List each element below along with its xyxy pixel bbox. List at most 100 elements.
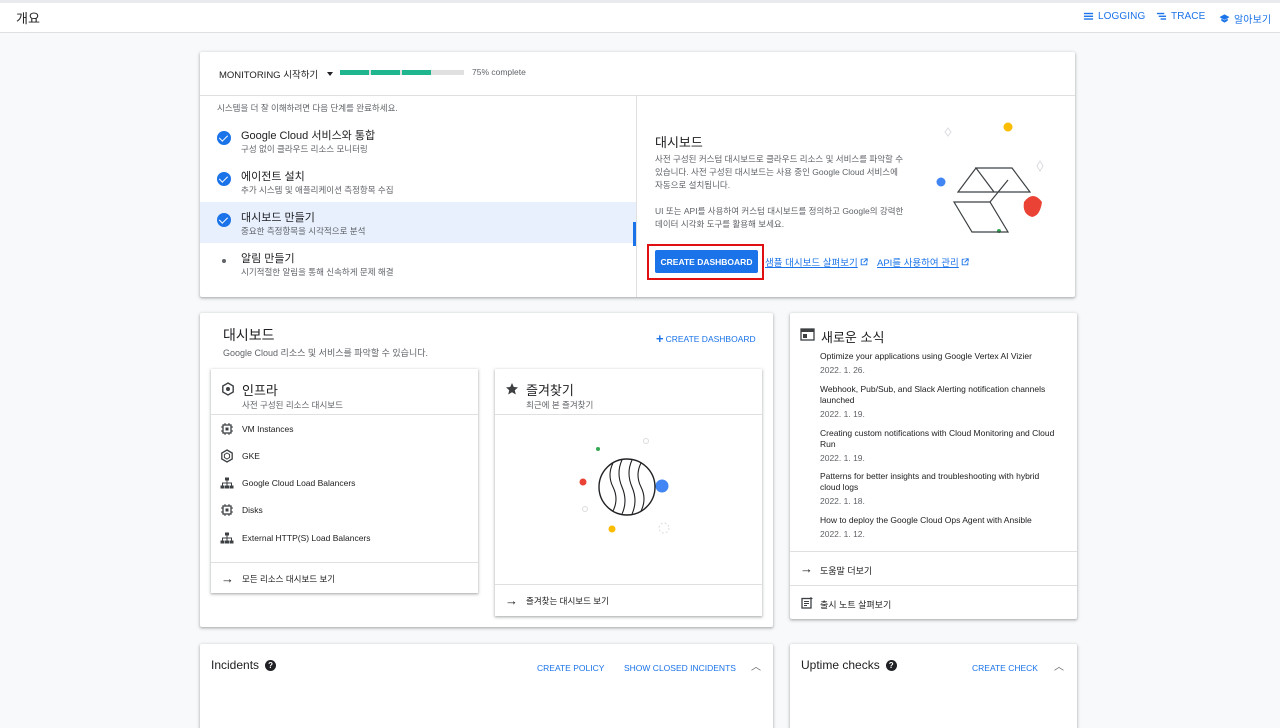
more-help-label: 도움말 더보기: [820, 566, 873, 576]
incidents-title: Incidents: [211, 658, 260, 672]
help-icon[interactable]: ?: [885, 659, 897, 671]
getting-started-dropdown-label: MONITORING 시작하기: [219, 70, 319, 81]
favorites-header: 즐겨찾기 최근에 본 즐겨찾기: [495, 369, 762, 415]
check-circle-icon: [217, 131, 231, 145]
news-title: Optimize your applications using Google …: [820, 351, 1032, 361]
show-closed-incidents-button[interactable]: SHOW CLOSED INCIDENTS: [624, 663, 736, 673]
arrow-drop-down-icon: [327, 72, 334, 76]
star-icon: [506, 383, 518, 395]
list-icon: [1083, 12, 1094, 20]
news-date: 2022. 1. 12.: [820, 529, 865, 539]
create-dashboard-link[interactable]: + CREATE DASHBOARD: [656, 331, 756, 346]
resource-row-vm-instances[interactable]: VM Instances: [211, 416, 478, 443]
whats-new-card: 새로운 소식 Optimize your applications using …: [790, 313, 1077, 619]
incidents-card: Incidents ? CREATE POLICY SHOW CLOSED IN…: [200, 644, 773, 728]
network-icon: [220, 477, 234, 489]
kubernetes-icon: [221, 449, 233, 463]
progress-segment: [371, 70, 400, 75]
trace-label: TRACE: [1171, 11, 1206, 22]
check-circle-icon: [217, 172, 231, 186]
news-date: 2022. 1. 26.: [820, 365, 865, 375]
steps-panel: 시스템을 더 잘 이해하려면 다음 단계를 완료하세요. Google Clou…: [200, 96, 637, 297]
create-dashboard-label: CREATE DASHBOARD: [665, 333, 756, 344]
create-policy-button[interactable]: CREATE POLICY: [537, 663, 604, 673]
step-detail-heading: 대시보드: [655, 135, 703, 150]
step-title: 알림 만들기: [241, 253, 295, 265]
news-date: 2022. 1. 19.: [820, 453, 865, 463]
favorites-subtitle: 최근에 본 즐겨찾기: [526, 400, 594, 410]
uptime-title: Uptime checks: [801, 658, 880, 672]
bullet-icon: [222, 259, 226, 263]
resource-label: External HTTP(S) Load Balancers: [242, 533, 371, 543]
dashboard-illustration: [936, 122, 1044, 233]
release-notes-icon: [801, 597, 813, 609]
open-in-new-icon: [961, 258, 969, 266]
infrastructure-card: 인프라 사전 구성된 리소스 대시보드 VM Instances GKE Goo…: [211, 369, 478, 593]
infrastructure-subtitle: 사전 구성된 리소스 대시보드: [242, 400, 343, 410]
step-detail-description: 사전 구성된 커스텀 대시보드로 클라우드 리소스 및 서비스를 파악할 수 있…: [655, 154, 904, 190]
news-title: Creating custom notifications with Cloud…: [820, 428, 1055, 449]
news-item[interactable]: Creating custom notifications with Cloud…: [820, 428, 1060, 463]
resource-row-http-load-balancers[interactable]: External HTTP(S) Load Balancers: [211, 525, 478, 552]
arrow-forward-icon: →: [221, 571, 234, 586]
disk-chip-icon: [221, 504, 233, 516]
create-dashboard-button[interactable]: CREATE DASHBOARD: [655, 250, 758, 273]
progress-segment: [340, 70, 369, 75]
chevron-up-icon[interactable]: ︿: [751, 658, 761, 673]
logging-label: LOGGING: [1098, 11, 1146, 22]
progress-label: 75% complete: [472, 67, 526, 77]
progress-segment: [402, 70, 431, 75]
add-icon: +: [656, 331, 664, 346]
news-item[interactable]: How to deploy the Google Cloud Ops Agent…: [820, 515, 1060, 539]
step-integrate[interactable]: Google Cloud 서비스와 통합 구성 없이 클라우드 리소스 모니터링: [200, 120, 636, 161]
infrastructure-header: 인프라 사전 구성된 리소스 대시보드: [211, 369, 478, 415]
release-notes-link[interactable]: 출시 노트 살펴보기: [790, 585, 1077, 619]
dashboards-card: 대시보드 Google Cloud 리소스 및 서비스를 파악할 수 있습니다.…: [200, 313, 773, 627]
getting-started-dropdown[interactable]: MONITORING 시작하기: [219, 67, 334, 81]
help-icon[interactable]: ?: [265, 659, 277, 671]
web-icon: [800, 328, 815, 341]
sample-dashboards-link[interactable]: 샘플 대시보드 살펴보기: [765, 255, 868, 269]
step-install-agent[interactable]: 에이전트 설치 추가 시스템 및 애플리케이션 측정항목 수집: [200, 161, 636, 202]
resource-row-disks[interactable]: Disks: [211, 497, 478, 524]
chevron-up-icon[interactable]: ︿: [1054, 658, 1064, 673]
resource-label: Google Cloud Load Balancers: [242, 478, 356, 488]
step-title: Google Cloud 서비스와 통합: [241, 130, 376, 142]
news-item[interactable]: Optimize your applications using Google …: [820, 351, 1060, 375]
view-favorites-label: 즐겨찾는 대시보드 보기: [526, 596, 609, 606]
infrastructure-icon: [222, 382, 234, 396]
check-circle-icon: [217, 213, 231, 227]
step-detail-description-2: UI 또는 API를 사용하여 커스텀 대시보드를 정의하고 Google의 강…: [655, 206, 904, 229]
top-bar: 개요 LOGGING TRACE 알아보기: [0, 0, 1280, 33]
resource-row-gke[interactable]: GKE: [211, 443, 478, 470]
page-title: 개요: [16, 11, 40, 26]
manage-with-api-label: API를 사용하여 관리: [877, 258, 959, 269]
sample-dashboards-label: 샘플 대시보드 살펴보기: [765, 258, 858, 269]
release-notes-label: 출시 노트 살펴보기: [820, 600, 892, 610]
manage-with-api-link[interactable]: API를 사용하여 관리: [877, 255, 969, 269]
network-icon: [220, 532, 234, 544]
news-title: How to deploy the Google Cloud Ops Agent…: [820, 515, 1032, 525]
trace-icon: [1156, 12, 1167, 20]
incidents-header: Incidents ?: [211, 658, 277, 672]
steps-intro: 시스템을 더 잘 이해하려면 다음 단계를 완료하세요.: [217, 103, 398, 113]
compute-chip-icon: [221, 423, 233, 435]
step-create-dashboard[interactable]: 대시보드 만들기 중요한 측정항목을 시각적으로 분석: [200, 202, 636, 243]
news-item[interactable]: Patterns for better insights and trouble…: [820, 471, 1060, 506]
news-item[interactable]: Webhook, Pub/Sub, and Slack Alerting not…: [820, 384, 1060, 419]
view-all-resource-dashboards[interactable]: → 모든 리소스 대시보드 보기: [211, 562, 478, 593]
progress-bar: [340, 70, 464, 75]
news-title: Patterns for better insights and trouble…: [820, 471, 1040, 492]
more-help-link[interactable]: → 도움말 더보기: [790, 551, 1077, 585]
resource-label: VM Instances: [242, 424, 294, 434]
logging-link[interactable]: LOGGING: [1083, 11, 1145, 22]
uptime-checks-card: Uptime checks ? CREATE CHECK ︿: [790, 644, 1077, 728]
create-check-button[interactable]: CREATE CHECK: [972, 663, 1038, 673]
whats-new-heading: 새로운 소식: [821, 330, 885, 345]
view-favorite-dashboards[interactable]: → 즐겨찾는 대시보드 보기: [495, 584, 762, 615]
trace-link[interactable]: TRACE: [1156, 11, 1205, 22]
resource-row-load-balancers[interactable]: Google Cloud Load Balancers: [211, 470, 478, 497]
step-create-alert[interactable]: 알림 만들기 시기적절한 알림을 통해 신속하게 문제 해결: [200, 243, 636, 284]
learn-link[interactable]: 알아보기: [1219, 11, 1271, 26]
favorites-title: 즐겨찾기: [526, 383, 574, 398]
